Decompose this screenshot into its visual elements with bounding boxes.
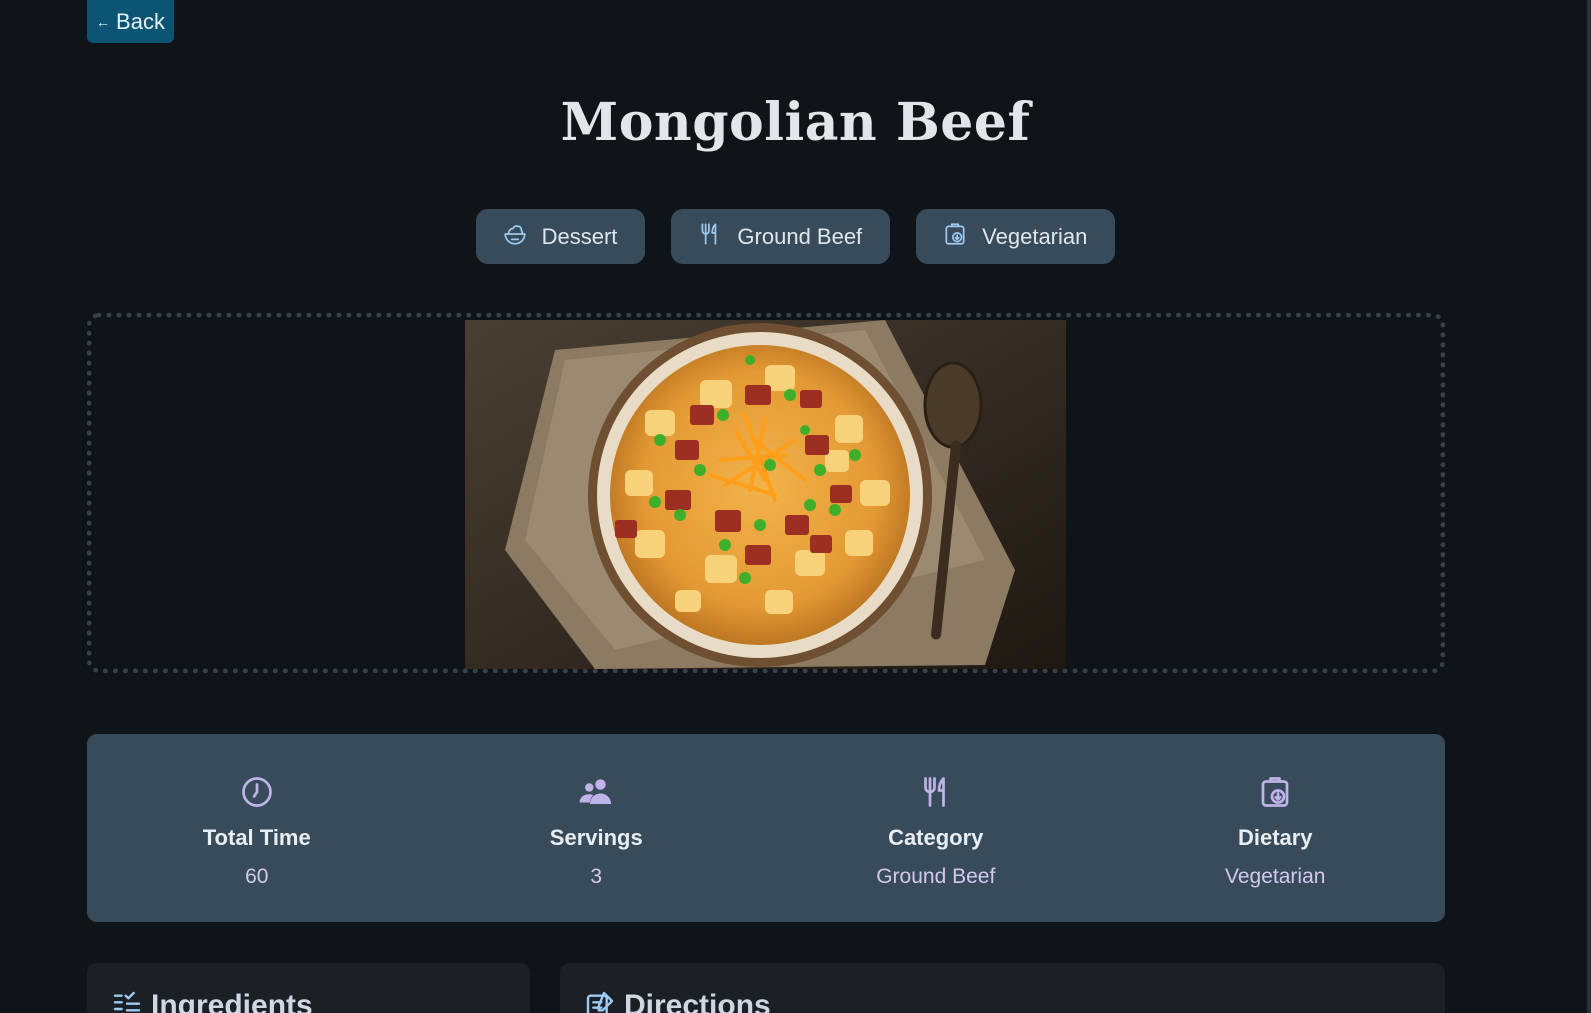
- stat-value: 3: [590, 865, 603, 888]
- stat-label: Dietary: [1237, 825, 1313, 850]
- tag-ground-beef[interactable]: Ground Beef: [671, 209, 891, 264]
- page-scrollbar[interactable]: [1587, 0, 1591, 1013]
- tag-label: Dessert: [541, 223, 618, 249]
- back-button[interactable]: ← Back: [87, 0, 174, 43]
- clipboard-leaf-icon: [942, 221, 968, 253]
- fork-knife-icon: [918, 774, 954, 815]
- ingredients-title: Ingredients: [151, 989, 313, 1013]
- tag-list: Dessert Ground Beef Vegetarian: [0, 209, 1591, 264]
- stat-label: Servings: [549, 825, 643, 850]
- stat-total-time: Total Time 60: [87, 734, 427, 922]
- recipe-image: [465, 320, 1066, 669]
- stat-value: Vegetarian: [1225, 865, 1326, 888]
- tag-dessert[interactable]: Dessert: [475, 209, 646, 264]
- bowl-icon: [502, 221, 528, 253]
- recipe-page: ← Back Mongolian Beef Dessert Ground Bee: [0, 0, 1591, 1013]
- stat-label: Total Time: [202, 825, 311, 850]
- directions-panel: Directions: [560, 963, 1445, 1013]
- checklist-icon: [111, 989, 143, 1013]
- directions-title: Directions: [624, 989, 771, 1013]
- arrow-left-icon: ←: [96, 13, 111, 30]
- clipboard-leaf-icon: [1257, 774, 1293, 815]
- recipe-stats: Total Time 60 Servings 3 Category Ground…: [87, 734, 1445, 922]
- stat-category: Category Ground Beef: [766, 734, 1106, 922]
- people-icon: [578, 774, 614, 815]
- tag-label: Ground Beef: [737, 223, 863, 249]
- edit-list-icon: [584, 989, 616, 1013]
- tag-vegetarian[interactable]: Vegetarian: [916, 209, 1116, 264]
- stat-servings: Servings 3: [427, 734, 767, 922]
- fork-knife-icon: [697, 221, 723, 253]
- stat-dietary: Dietary Vegetarian: [1106, 734, 1446, 922]
- page-title: Mongolian Beef: [560, 92, 1031, 153]
- back-button-label: Back: [116, 8, 165, 34]
- stat-value: Ground Beef: [876, 865, 996, 888]
- stat-label: Category: [888, 825, 984, 850]
- recipe-image-frame[interactable]: [87, 313, 1445, 673]
- ingredients-panel: Ingredients: [87, 963, 530, 1013]
- clock-icon: [239, 774, 275, 815]
- tag-label: Vegetarian: [982, 223, 1088, 249]
- stat-value: 60: [245, 865, 269, 888]
